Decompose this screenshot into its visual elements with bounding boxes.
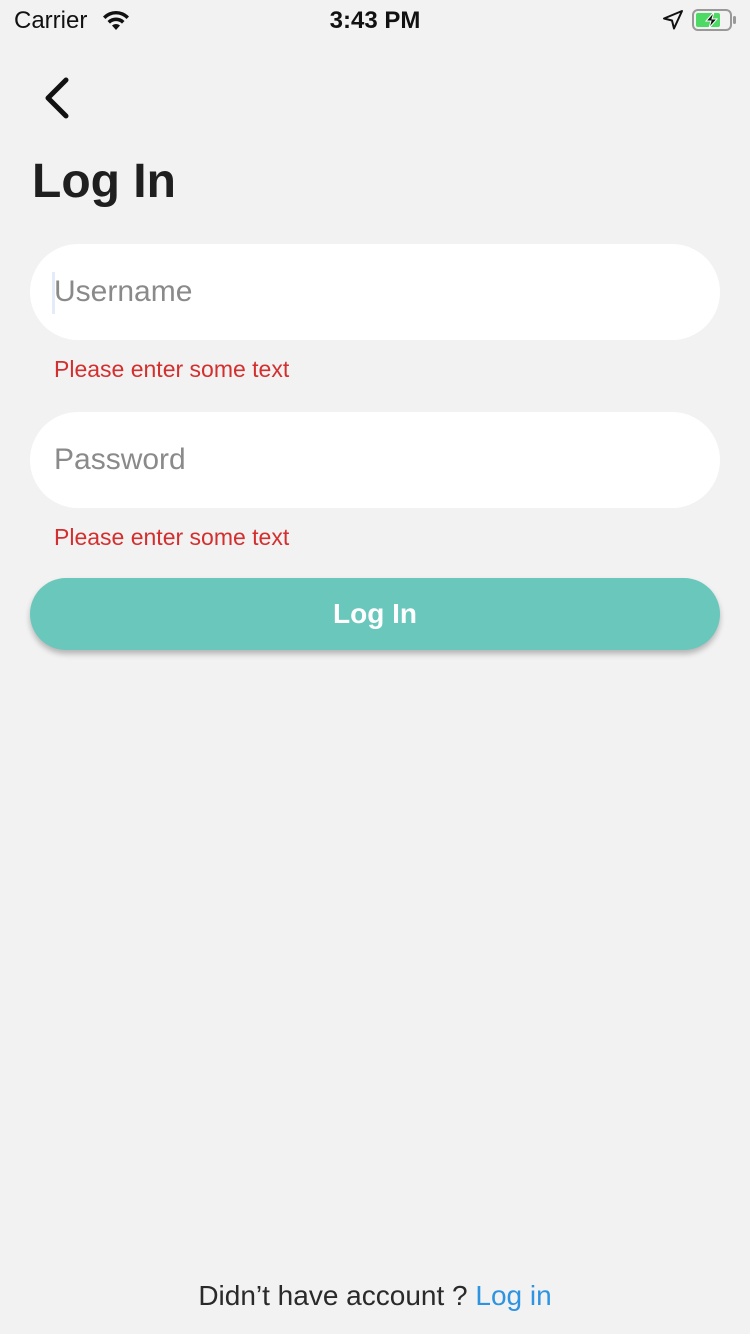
password-error: Please enter some text [54,524,290,550]
signup-prompt: Didn’t have account ? Log in [0,1280,750,1312]
login-button[interactable]: Log In [30,578,720,650]
password-input[interactable] [54,412,694,508]
status-bar: Carrier 3:43 PM [0,0,750,40]
login-link[interactable]: Log in [475,1280,551,1311]
battery-charging-icon [692,9,736,31]
chevron-left-icon [45,77,69,119]
password-field[interactable] [30,412,720,508]
username-input[interactable] [54,244,694,340]
status-time: 3:43 PM [329,7,421,34]
page-title: Log In [32,155,176,208]
back-button[interactable] [30,70,86,126]
username-field[interactable] [30,244,720,340]
text-caret [52,272,55,314]
signup-prompt-text: Didn’t have account ? [198,1280,476,1311]
username-error: Please enter some text [54,356,290,382]
location-arrow-icon [663,10,683,30]
